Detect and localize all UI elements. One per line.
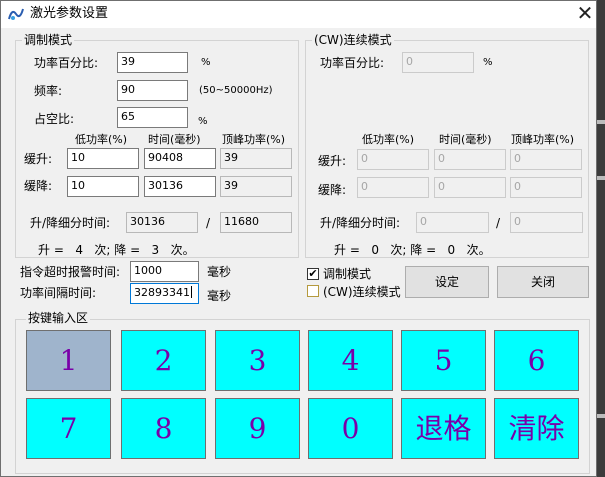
text-caret: [191, 286, 192, 298]
modulation-mode-label[interactable]: 调制模式: [323, 266, 371, 282]
close-button[interactable]: 关闭: [497, 266, 589, 298]
mod-power-label: 功率百分比:: [34, 56, 99, 70]
cw-split-down-input[interactable]: 0: [510, 212, 583, 233]
modulation-mode-checkbox[interactable]: ✔: [307, 268, 319, 280]
set-button[interactable]: 设定: [405, 266, 489, 298]
cw-ramp-up-peak-power-input[interactable]: 0: [510, 149, 582, 170]
key-6[interactable]: 6: [494, 330, 579, 391]
mod-split-separator: /: [206, 216, 211, 230]
mod-freq-input[interactable]: 90: [117, 80, 188, 101]
mod-freq-range: (50~50000Hz): [199, 85, 273, 96]
cw-split-separator: /: [496, 216, 501, 230]
mod-split-time-label: 升/降细分时间:: [30, 216, 111, 230]
key-7[interactable]: 7: [26, 398, 111, 459]
cw-split-time-label: 升/降细分时间:: [320, 216, 401, 230]
keypad-group-title: 按键输入区: [26, 311, 91, 325]
key-0[interactable]: 0: [308, 398, 393, 459]
mod-ramp-down-label: 缓降:: [24, 179, 53, 193]
cw-split-up-input[interactable]: 0: [416, 212, 489, 233]
mod-ramp-down-time-input[interactable]: 30136: [144, 176, 216, 197]
cw-ramp-down-peak-power-input[interactable]: 0: [510, 177, 582, 198]
mod-power-unit: %: [201, 57, 211, 68]
cw-group-title: (CW)连续模式: [312, 33, 394, 47]
mod-ramp-down-peak-power-field: 39: [220, 176, 292, 197]
timeout-input[interactable]: 1000: [130, 261, 199, 282]
mod-ramp-up-time-input[interactable]: 90408: [144, 148, 216, 169]
timeout-label: 指令超时报警时间:: [20, 265, 121, 279]
cw-ramp-up-label: 缓升:: [318, 154, 347, 168]
key-8[interactable]: 8: [121, 398, 206, 459]
cw-ramp-count-text: 升 = 0 次; 降 = 0 次。: [334, 243, 491, 257]
interval-label: 功率间隔时间:: [20, 286, 97, 300]
cw-ramp-down-low-power-input[interactable]: 0: [357, 177, 429, 198]
key-clear[interactable]: 清除: [494, 398, 579, 459]
cw-mode-checkbox[interactable]: [307, 285, 319, 297]
cw-col-low-power: 低功率(%): [362, 133, 415, 146]
key-2[interactable]: 2: [121, 330, 206, 391]
interval-input[interactable]: 32893341: [130, 283, 199, 304]
mod-col-time: 时间(毫秒): [148, 133, 201, 146]
key-4[interactable]: 4: [308, 330, 393, 391]
cw-ramp-down-label: 缓降:: [318, 183, 347, 197]
close-window-icon[interactable]: ✕: [572, 2, 598, 24]
cw-col-time: 时间(毫秒): [439, 133, 492, 146]
cw-power-input[interactable]: 0: [402, 52, 474, 73]
mod-ramp-count-text: 升 = 4 次; 降 = 3 次。: [38, 243, 195, 257]
key-backspace[interactable]: 退格: [401, 398, 486, 459]
mod-col-peak-power: 顶峰功率(%): [222, 133, 286, 146]
key-9[interactable]: 9: [215, 398, 300, 459]
mod-ramp-up-label: 缓升:: [24, 152, 53, 166]
cw-power-unit: %: [483, 57, 493, 68]
cw-power-label: 功率百分比:: [320, 56, 385, 70]
background-window-edge: [597, 0, 605, 477]
timeout-unit: 毫秒: [207, 265, 232, 279]
mod-freq-label: 频率:: [34, 84, 63, 98]
cw-ramp-up-time-input[interactable]: 0: [434, 149, 506, 170]
cw-mode-label[interactable]: (CW)连续模式: [323, 284, 401, 300]
modulation-group-title: 调制模式: [22, 33, 75, 47]
interval-unit: 毫秒: [207, 289, 232, 303]
app-logo-icon: [7, 5, 25, 23]
mod-split-up-field: 30136: [126, 212, 198, 233]
cw-col-peak-power: 顶峰功率(%): [511, 133, 575, 146]
cw-ramp-down-time-input[interactable]: 0: [434, 177, 506, 198]
mod-split-down-field: 11680: [220, 212, 292, 233]
mod-ramp-down-low-power-input[interactable]: 10: [67, 176, 139, 197]
mod-duty-unit: %: [198, 116, 208, 127]
mod-ramp-up-low-power-input[interactable]: 10: [67, 148, 139, 169]
keypad-grid: 1 2 3 4 5 6 7 8 9 0 退格 清除: [26, 330, 585, 463]
mod-duty-input[interactable]: 65: [117, 107, 188, 128]
mod-col-low-power: 低功率(%): [75, 133, 128, 146]
mod-ramp-up-peak-power-field: 39: [220, 148, 292, 169]
window-title: 激光参数设置: [30, 6, 109, 21]
key-1[interactable]: 1: [26, 330, 111, 391]
cw-ramp-up-low-power-input[interactable]: 0: [357, 149, 429, 170]
key-3[interactable]: 3: [215, 330, 300, 391]
key-5[interactable]: 5: [401, 330, 486, 391]
mod-power-input[interactable]: 39: [117, 52, 188, 73]
mod-duty-label: 占空比:: [34, 112, 75, 126]
